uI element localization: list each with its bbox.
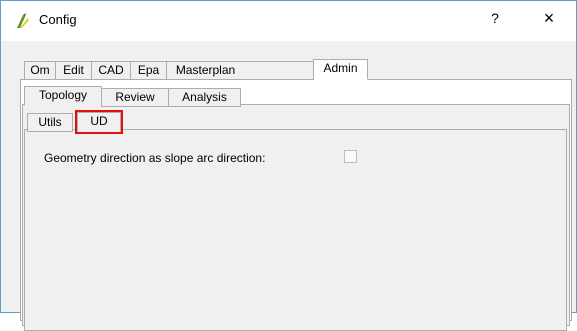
tab-epa[interactable]: Epa [130, 61, 167, 80]
tab-cad[interactable]: CAD [91, 61, 131, 80]
close-button[interactable]: × [538, 8, 560, 29]
tab-om[interactable]: Om [24, 61, 56, 80]
tab-masterplan-spacer [244, 61, 314, 80]
tab-ud-highlight [75, 110, 123, 134]
tab-topology[interactable]: Topology [24, 86, 102, 106]
tab-utils[interactable]: Utils [27, 113, 73, 132]
tab-analysis[interactable]: Analysis [168, 88, 241, 107]
title-bar: Config ? × [1, 1, 576, 41]
qgis-logo-icon [17, 13, 29, 28]
geometry-direction-checkbox[interactable] [344, 150, 357, 163]
help-button[interactable]: ? [485, 10, 505, 26]
tab-review[interactable]: Review [101, 88, 169, 107]
tab-edit[interactable]: Edit [55, 61, 92, 80]
geometry-direction-label: Geometry direction as slope arc directio… [44, 151, 266, 165]
tab-admin[interactable]: Admin [313, 59, 368, 80]
window-title: Config [39, 12, 77, 27]
tab-masterplan[interactable]: Masterplan [166, 61, 245, 80]
